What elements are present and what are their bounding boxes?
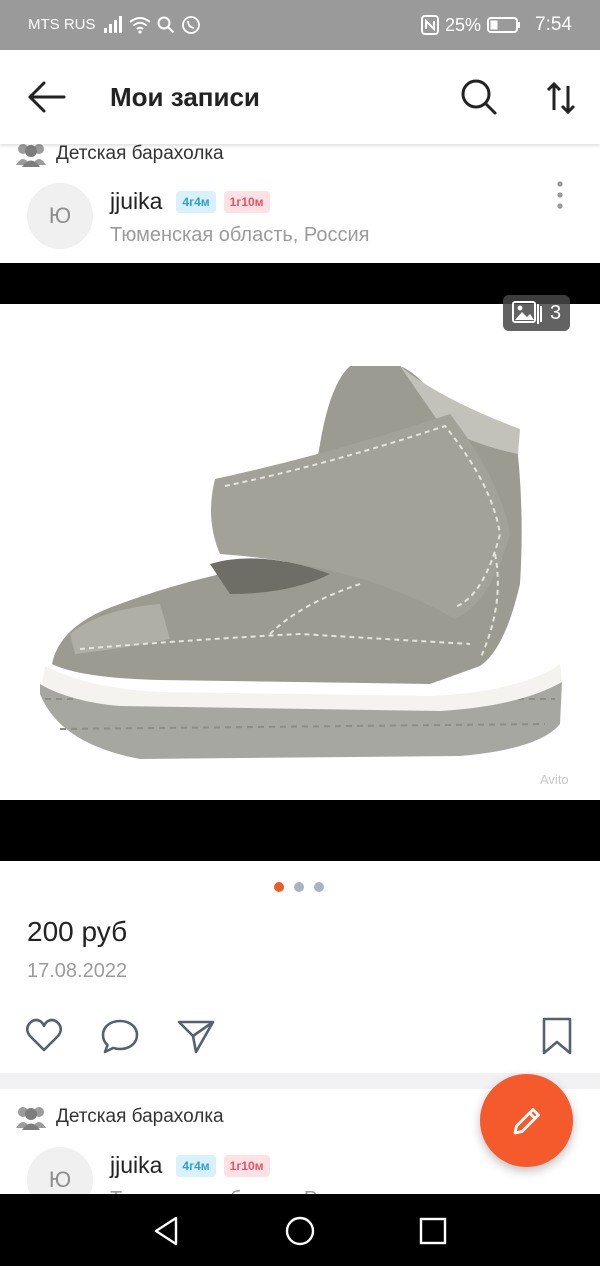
more-vertical-icon[interactable]	[552, 180, 568, 210]
signal-icon	[104, 16, 122, 33]
post-photo[interactable]	[0, 263, 600, 861]
user-row: jjuika 4г4м 1г10м	[110, 1152, 270, 1179]
price: 200 руб	[27, 916, 128, 947]
photo-count-badge: 3	[503, 295, 570, 331]
image-icon	[511, 301, 542, 324]
system-nav-bar	[0, 1194, 600, 1266]
location: Тюменская область, Россия	[110, 224, 370, 246]
post-actions	[0, 1016, 600, 1060]
child-age-badge: 4г4м	[176, 190, 216, 213]
username[interactable]: jjuika	[110, 1152, 162, 1179]
search-status-icon	[157, 16, 175, 34]
photo-count: 3	[549, 301, 562, 324]
carousel-dot[interactable]	[274, 882, 284, 892]
status-bar: MTS RUS 25% 7:54	[0, 0, 600, 50]
heart-icon[interactable]	[24, 1016, 64, 1056]
clock: 7:54	[535, 14, 572, 35]
group-row[interactable]: Детская барахолка	[14, 1102, 224, 1132]
create-post-button[interactable]	[480, 1074, 573, 1167]
app-bar: Мои записи	[0, 50, 600, 144]
carousel-dot[interactable]	[294, 882, 304, 892]
status-left-icons	[103, 12, 201, 38]
group-icon	[16, 1107, 46, 1130]
nav-back-icon[interactable]	[150, 1214, 184, 1248]
nav-recents-icon[interactable]	[416, 1214, 450, 1248]
wifi-icon	[129, 17, 151, 34]
user-row: jjuika 4г4м 1г10м	[110, 188, 270, 215]
username[interactable]: jjuika	[110, 188, 162, 215]
group-icon	[16, 144, 46, 167]
child-age-badge: 4г4м	[176, 1154, 216, 1177]
comment-icon[interactable]	[100, 1016, 140, 1056]
child-age-badge: 1г10м	[223, 1154, 270, 1177]
post-date: 17.08.2022	[27, 960, 128, 982]
carrier-label: MTS RUS	[28, 16, 96, 33]
viber-icon	[182, 16, 200, 34]
edit-icon	[513, 1107, 540, 1134]
page-title: Мои записи	[110, 82, 260, 112]
nfc-icon	[420, 15, 439, 35]
avatar[interactable]: Ю	[27, 183, 93, 249]
battery-icon	[487, 17, 521, 33]
bookmark-icon[interactable]	[537, 1016, 577, 1056]
group-name: Детская барахолка	[56, 1106, 224, 1127]
status-right: 25% 7:54	[420, 12, 572, 38]
battery-percent: 25%	[444, 14, 482, 35]
carousel-dot[interactable]	[314, 882, 324, 892]
nav-home-icon[interactable]	[283, 1214, 317, 1248]
search-icon[interactable]	[460, 78, 498, 116]
watermark: Avito	[540, 772, 569, 787]
boot-image	[40, 366, 562, 759]
share-icon[interactable]	[176, 1016, 216, 1056]
photo-frame	[0, 304, 600, 800]
back-arrow-icon[interactable]	[26, 80, 68, 114]
carousel-indicator	[274, 882, 324, 892]
group-name: Детская барахолка	[56, 143, 224, 164]
sort-icon[interactable]	[544, 80, 578, 116]
child-age-badge: 1г10м	[223, 190, 270, 213]
